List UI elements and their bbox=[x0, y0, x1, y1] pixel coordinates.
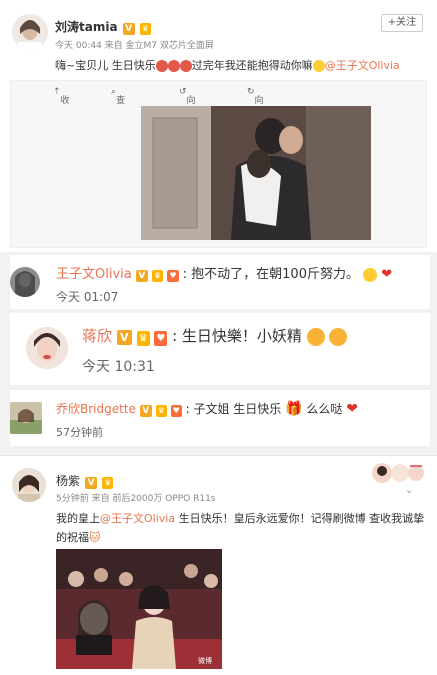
comment-time: 今天 10:31 bbox=[82, 359, 155, 375]
cake-emoji-icon bbox=[155, 60, 168, 72]
comment-item: 蒋欣 V ♛ ♥ : 生日快樂！小妖精 今天 10:31 bbox=[10, 313, 430, 385]
vip-level-icon: ♛ bbox=[139, 23, 151, 35]
avatar[interactable] bbox=[12, 14, 48, 50]
cake-emoji-icon bbox=[179, 60, 192, 72]
member-icon: ♥ bbox=[170, 405, 182, 417]
verified-icon: V bbox=[122, 23, 135, 35]
event-photo[interactable]: 微博 bbox=[56, 549, 222, 669]
post-text-prefix: 嗨~宝贝儿 生日快乐 bbox=[55, 59, 156, 72]
commenter-name[interactable]: 蒋欣 bbox=[82, 327, 112, 345]
mention-link[interactable]: @王子文Olivia bbox=[325, 59, 400, 72]
avatar-photo bbox=[12, 14, 48, 50]
author-name[interactable]: 杨紫 bbox=[56, 474, 80, 488]
post-text-suffix: 过完年我还能抱得动你嘛 bbox=[191, 59, 313, 72]
vip-level-icon: ♛ bbox=[102, 477, 114, 489]
vip-level-icon: ♛ bbox=[152, 270, 164, 282]
cake-emoji-icon bbox=[167, 60, 180, 72]
avatar-photo bbox=[10, 402, 42, 434]
vip-level-icon: ♛ bbox=[136, 331, 150, 346]
heart-icon: ❤ bbox=[381, 267, 393, 282]
cat-emoji-icon: 🐱 bbox=[89, 531, 101, 544]
commenter-name[interactable]: 乔欣Bridgette bbox=[56, 402, 136, 416]
collapse-button[interactable]: ⇡ 收起 bbox=[53, 87, 70, 119]
heart-icon: ❤ bbox=[346, 401, 358, 417]
comment-time: 57分钟前 bbox=[56, 426, 103, 439]
scream-emoji-icon bbox=[306, 327, 325, 346]
avatar-photo bbox=[12, 468, 46, 502]
scream-emoji-icon bbox=[329, 327, 348, 346]
vip-level-icon: ♛ bbox=[155, 405, 167, 417]
member-icon: ♥ bbox=[167, 270, 179, 282]
avatar[interactable] bbox=[10, 402, 42, 434]
media-container bbox=[10, 104, 427, 248]
comment-item: 乔欣Bridgette V ♛ ♥ : 子文姐 生日快乐 🎁 么么哒 ❤ 57分… bbox=[10, 390, 430, 446]
member-icon: ♥ bbox=[154, 331, 168, 346]
rotate-left-button[interactable]: ↺ 向左旋转 bbox=[179, 87, 196, 145]
post-meta: 今天 00:44 来自 金立M7 双芯片全面屏 bbox=[55, 41, 214, 51]
rotate-right-button[interactable]: ↻ 向右旋转 bbox=[247, 87, 264, 145]
post-yangzi: 杨紫 V ♛ 5分钟前 来自 前后2000万 OPPO R11s ⌄ 我的皇上@… bbox=[0, 455, 437, 675]
mention-link[interactable]: @王子文Olivia bbox=[100, 512, 175, 525]
avatar[interactable] bbox=[12, 468, 46, 502]
dropdown-chevron-icon[interactable]: ⌄ bbox=[405, 485, 413, 496]
author-name[interactable]: 刘涛tamia bbox=[55, 20, 118, 34]
watermark: 微博 bbox=[198, 656, 212, 665]
commenter-name[interactable]: 王子文Olivia bbox=[56, 267, 132, 282]
comment-item: 王子文Olivia V ♛ ♥ : 抱不动了，在朝100斤努力。 ❤ 今天 01… bbox=[10, 255, 430, 309]
gift-icon: 🎁 bbox=[285, 401, 303, 417]
verified-icon: V bbox=[139, 405, 152, 417]
view-large-button[interactable]: ⌕ 查看大图 bbox=[111, 87, 125, 145]
comment-text-2: 么么哒 bbox=[306, 402, 343, 416]
avatar-photo bbox=[10, 267, 40, 297]
comment-time: 今天 01:07 bbox=[56, 290, 119, 304]
avatar[interactable] bbox=[10, 267, 40, 297]
comment-text: 抱不动了，在朝100斤努力。 bbox=[191, 267, 359, 282]
follow-button[interactable]: +关注 bbox=[381, 14, 423, 32]
laugh-emoji-icon bbox=[312, 60, 325, 72]
verified-icon: V bbox=[85, 477, 98, 489]
comment-text: 子文姐 生日快乐 bbox=[193, 402, 282, 416]
post-text: 嗨~宝贝儿 生日快乐 过完年我还能抱得动你嘛 @王子文Olivia bbox=[55, 57, 400, 73]
verified-icon: V bbox=[116, 330, 132, 345]
post-meta: 5分钟前 来自 前后2000万 OPPO R11s bbox=[56, 494, 216, 504]
laugh-cry-emoji-icon bbox=[363, 267, 378, 282]
verified-icon: V bbox=[135, 270, 148, 282]
post-liutao: 刘涛tamia V ♛ 今天 00:44 来自 金立M7 双芯片全面屏 +关注 … bbox=[0, 0, 437, 252]
media-toolbar: ⇡ 收起 ⌕ 查看大图 ↺ 向左旋转 ↻ 向右旋转 bbox=[10, 80, 427, 145]
avatar-photo bbox=[26, 327, 68, 369]
post-text-prefix: 我的皇上 bbox=[56, 512, 100, 525]
avatar[interactable] bbox=[26, 327, 68, 369]
hug-photo[interactable] bbox=[141, 106, 371, 240]
post-text: 我的皇上@王子文Olivia 生日快乐！皇后永远爱你！记得刷微博 查收我诚挚的祝… bbox=[56, 509, 426, 547]
sticker-decoration bbox=[372, 463, 424, 483]
comment-text: 生日快樂！小妖精 bbox=[181, 327, 302, 345]
